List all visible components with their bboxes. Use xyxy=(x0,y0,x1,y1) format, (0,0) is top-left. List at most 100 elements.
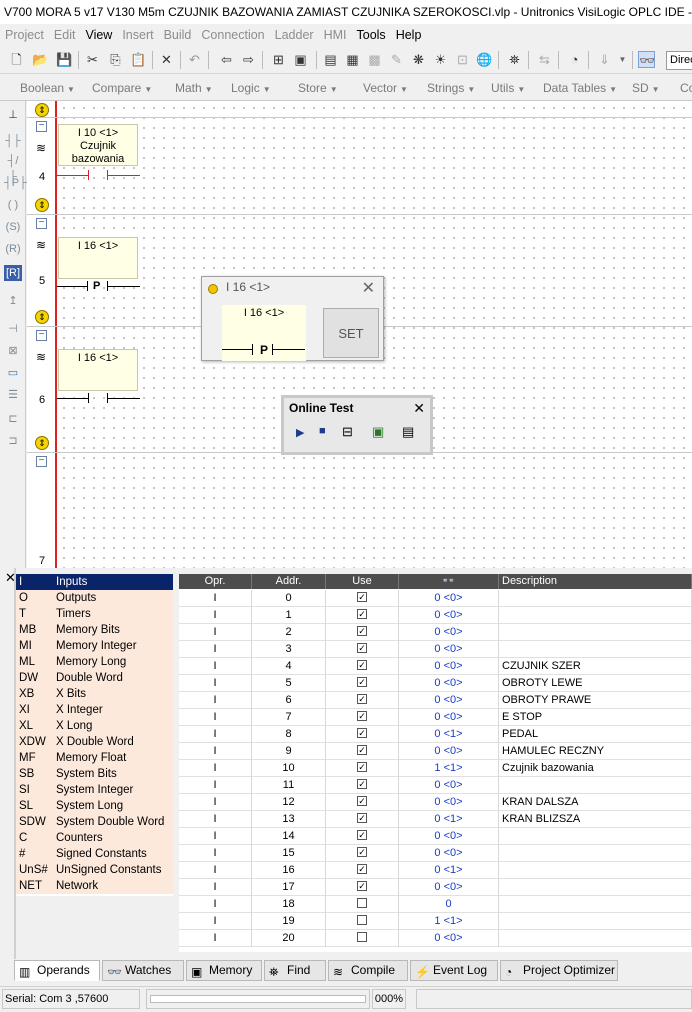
operand-category-mi[interactable]: MI Memory Integer xyxy=(16,638,173,654)
hmi-panel-icon[interactable]: ▤ xyxy=(402,424,414,440)
use-checkbox[interactable]: ✓ xyxy=(357,711,367,722)
description-cell[interactable]: KRAN BLIZSZA xyxy=(499,811,692,828)
rung-comment-icon[interactable]: ⇕ xyxy=(35,310,49,324)
select-pointer-icon[interactable]: ⊥ xyxy=(4,107,22,123)
description-cell[interactable] xyxy=(499,777,692,794)
table-row[interactable]: I 20 0 <0> xyxy=(179,930,692,947)
table-row[interactable]: I 3 ✓ 0 <0> xyxy=(179,641,692,658)
col-header-opr[interactable]: Opr. xyxy=(179,574,252,589)
use-checkbox[interactable] xyxy=(357,915,367,926)
network-icon[interactable]: ⊡ xyxy=(454,51,471,68)
table-row[interactable]: I 6 ✓ 0 <0> OBROTY PRAWE xyxy=(179,692,692,709)
use-checkbox-cell[interactable]: ✓ xyxy=(326,709,399,726)
operand-category-net[interactable]: NET Network xyxy=(16,878,173,894)
table-row[interactable]: I 1 ✓ 0 <0> xyxy=(179,607,692,624)
menu-project[interactable]: Project xyxy=(0,24,49,46)
menu-ladder[interactable]: Ladder xyxy=(270,24,319,46)
operand-category-sdw[interactable]: SDW System Double Word xyxy=(16,814,173,830)
operand-category-mf[interactable]: MF Memory Float xyxy=(16,750,173,766)
close-icon[interactable]: ✕ xyxy=(413,398,425,418)
use-checkbox[interactable]: ✓ xyxy=(357,864,367,875)
use-checkbox[interactable]: ✓ xyxy=(357,779,367,790)
light-bulb-icon[interactable]: ☀ xyxy=(432,51,449,68)
operand-category-ml[interactable]: ML Memory Long xyxy=(16,654,173,670)
tab-memory[interactable]: ▣ Memory xyxy=(186,960,262,981)
use-checkbox[interactable]: ✓ xyxy=(357,881,367,892)
boolean-menu[interactable]: Boolean ▼ xyxy=(20,81,75,95)
use-checkbox-cell[interactable]: ✓ xyxy=(326,811,399,828)
menu-help[interactable]: Help xyxy=(391,24,427,46)
operand-category-hash[interactable]: # Signed Constants xyxy=(16,846,173,862)
undo-icon[interactable]: ↶ xyxy=(186,51,203,68)
table-row[interactable]: I 18 0 xyxy=(179,896,692,913)
description-cell[interactable]: OBROTY PRAWE xyxy=(499,692,692,709)
table-row[interactable]: I 19 1 <1> xyxy=(179,913,692,930)
table-row[interactable]: I 7 ✓ 0 <0> E STOP xyxy=(179,709,692,726)
description-cell[interactable] xyxy=(499,828,692,845)
menu-tools[interactable]: Tools xyxy=(352,24,391,46)
use-checkbox-cell[interactable]: ✓ xyxy=(326,828,399,845)
description-cell[interactable] xyxy=(499,896,692,913)
logic-menu[interactable]: Logic ▼ xyxy=(231,81,271,95)
store-menu[interactable]: Store ▼ xyxy=(298,81,338,95)
description-cell[interactable] xyxy=(499,862,692,879)
table-row[interactable]: I 8 ✓ 0 <1> PEDAL xyxy=(179,726,692,743)
description-cell[interactable] xyxy=(499,913,692,930)
operand-category-o[interactable]: O Outputs xyxy=(16,590,173,606)
operand-category-si[interactable]: SI System Integer xyxy=(16,782,173,798)
rung-comment-icon[interactable]: ⇕ xyxy=(35,436,49,450)
function-block-icon[interactable]: [R] xyxy=(4,265,22,281)
tab-operands[interactable]: ▥ Operands xyxy=(14,960,100,981)
use-checkbox[interactable]: ✓ xyxy=(357,728,367,739)
use-checkbox[interactable]: ✓ xyxy=(357,847,367,858)
stop-icon[interactable]: ■ xyxy=(319,425,326,437)
hmi-element-icon[interactable]: ⊠ xyxy=(4,343,22,359)
use-checkbox-cell[interactable]: ✓ xyxy=(326,590,399,607)
operand-category-xl[interactable]: XL X Long xyxy=(16,718,173,734)
description-cell[interactable] xyxy=(499,607,692,624)
collapse-rung-6[interactable]: − xyxy=(36,330,47,341)
use-checkbox-cell[interactable] xyxy=(326,896,399,913)
online-test-glasses-icon[interactable]: 👓 xyxy=(638,51,655,68)
use-checkbox-cell[interactable]: ✓ xyxy=(326,862,399,879)
description-cell[interactable]: HAMULEC RECZNY xyxy=(499,743,692,760)
col-header-addr[interactable]: Addr. xyxy=(252,574,326,589)
description-cell[interactable] xyxy=(499,930,692,947)
operand-category-c[interactable]: C Counters xyxy=(16,830,173,846)
description-cell[interactable] xyxy=(499,879,692,896)
tab-watches[interactable]: 👓 Watches xyxy=(102,960,184,981)
nc-contact-icon[interactable]: ┤/├ xyxy=(4,153,22,183)
table-row[interactable]: I 17 ✓ 0 <0> xyxy=(179,879,692,896)
paste-icon[interactable]: 📋 xyxy=(130,51,147,68)
operand-category-sl[interactable]: SL System Long xyxy=(16,798,173,814)
table-row[interactable]: I 13 ✓ 0 <1> KRAN BLIZSZA xyxy=(179,811,692,828)
table-row[interactable]: I 12 ✓ 0 <0> KRAN DALSZA xyxy=(179,794,692,811)
menu-edit[interactable]: Edit xyxy=(49,24,81,46)
display-refresh-icon[interactable]: ▣ xyxy=(372,424,384,440)
use-checkbox-cell[interactable]: ✓ xyxy=(326,658,399,675)
table-row[interactable]: I 2 ✓ 0 <0> xyxy=(179,624,692,641)
table-row[interactable]: I 11 ✓ 0 <0> xyxy=(179,777,692,794)
branch-icon[interactable]: ↥ xyxy=(4,293,22,309)
operand-category-sb[interactable]: SB System Bits xyxy=(16,766,173,782)
cut-icon[interactable]: ✂ xyxy=(84,51,101,68)
menu-hmi[interactable]: HMI xyxy=(319,24,352,46)
rung-comment-icon[interactable]: ⇕ xyxy=(35,198,49,212)
table-row[interactable]: I 15 ✓ 0 <0> xyxy=(179,845,692,862)
use-checkbox[interactable]: ✓ xyxy=(357,813,367,824)
table-row[interactable]: I 0 ✓ 0 <0> xyxy=(179,590,692,607)
stack-icon[interactable]: ≋ xyxy=(33,141,49,155)
use-checkbox-cell[interactable]: ✓ xyxy=(326,743,399,760)
use-checkbox[interactable]: ✓ xyxy=(357,694,367,705)
math-menu[interactable]: Math ▼ xyxy=(175,81,213,95)
download-icon[interactable]: ⇓ xyxy=(596,51,613,68)
operand-category-xdw[interactable]: XDW X Double Word xyxy=(16,734,173,750)
table-row[interactable]: I 5 ✓ 0 <0> OBROTY LEWE xyxy=(179,675,692,692)
description-cell[interactable] xyxy=(499,641,692,658)
use-checkbox[interactable]: ✓ xyxy=(357,677,367,688)
save-icon[interactable]: 💾 xyxy=(56,51,73,68)
col-header-use[interactable]: Use xyxy=(326,574,399,589)
use-checkbox-cell[interactable]: ✓ xyxy=(326,794,399,811)
use-checkbox-cell[interactable]: ✓ xyxy=(326,607,399,624)
set-button[interactable]: SET xyxy=(323,308,379,358)
